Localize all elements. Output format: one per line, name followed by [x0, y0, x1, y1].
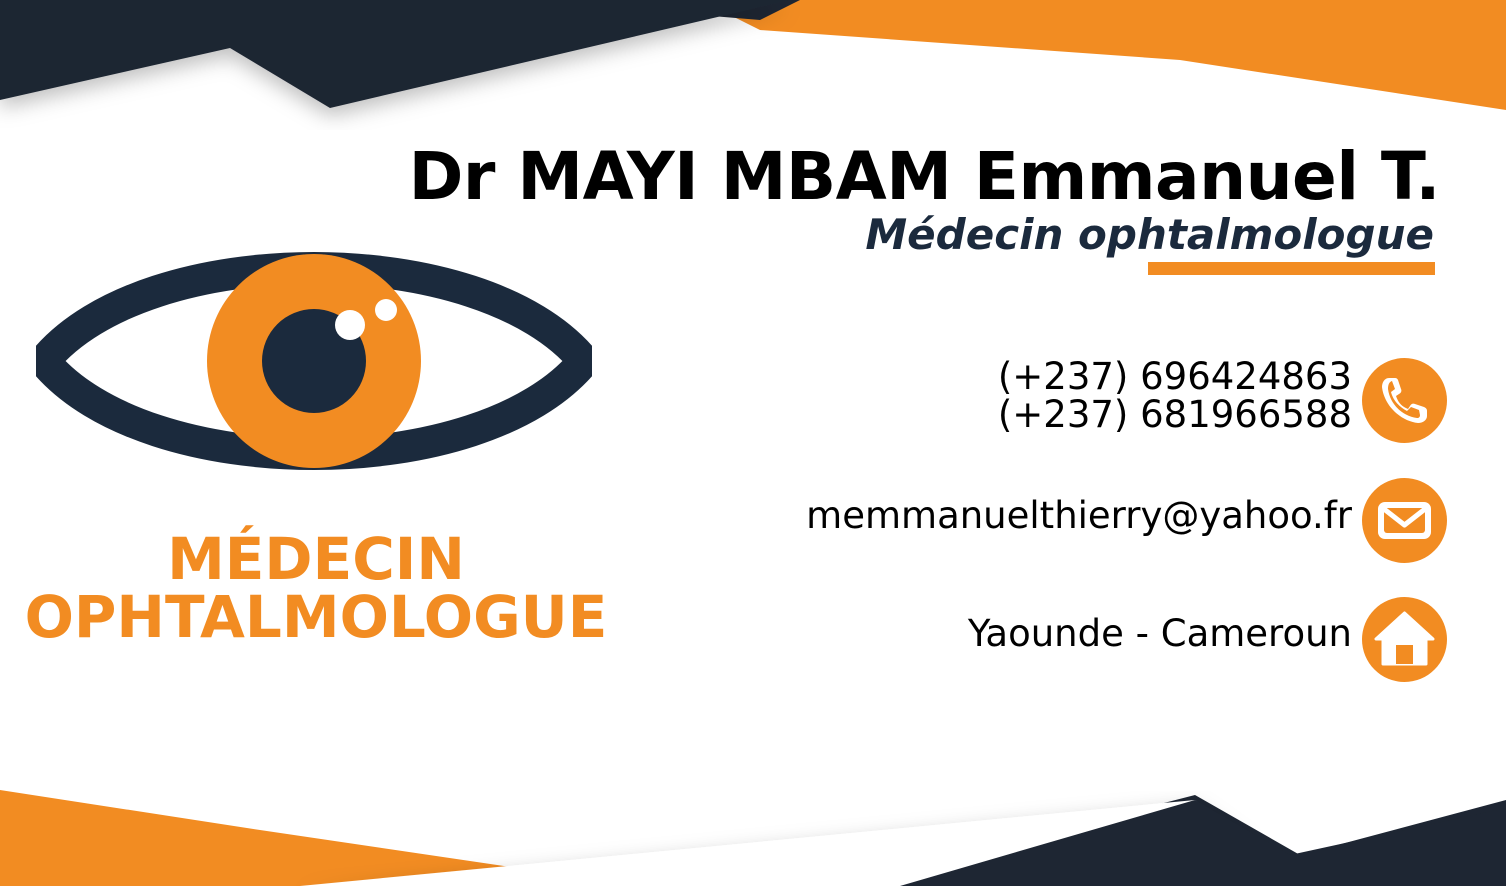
phone-icon — [1362, 358, 1447, 443]
top-dark-band — [0, 0, 790, 108]
specialty-line-1: MÉDECIN — [167, 525, 465, 593]
top-orange-band — [700, 0, 1506, 110]
phone-number-1[interactable]: (+237) 696424863 — [998, 358, 1352, 396]
specialty-label: MÉDECIN OPHTALMOLOGUE — [0, 530, 632, 646]
eye-logo-icon — [36, 252, 592, 470]
title-underline — [1148, 262, 1435, 275]
doctor-name: Dr MAYI MBAM Emmanuel T. — [408, 138, 1441, 215]
home-icon — [1362, 597, 1447, 682]
phone-numbers: (+237) 696424863 (+237) 681966588 — [998, 358, 1352, 434]
specialty-line-2: OPHTALMOLOGUE — [24, 583, 608, 651]
mail-icon — [1362, 478, 1447, 563]
address: Yaounde - Cameroun — [967, 612, 1352, 655]
phone-number-2[interactable]: (+237) 681966588 — [998, 396, 1352, 434]
email-address[interactable]: memmanuelthierry@yahoo.fr — [806, 494, 1352, 537]
doctor-title: Médecin ophtalmologue — [865, 210, 1434, 259]
